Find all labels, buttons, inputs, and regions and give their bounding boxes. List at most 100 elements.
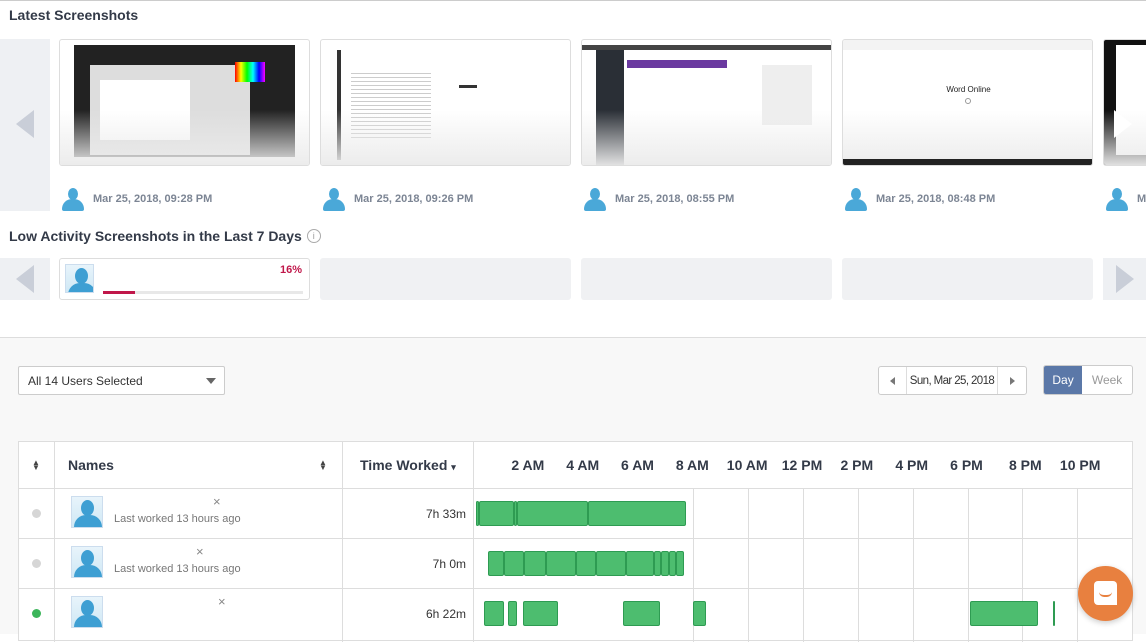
hour-label: 8 PM bbox=[1008, 457, 1042, 473]
status-dot bbox=[32, 609, 41, 618]
activity-segment[interactable] bbox=[660, 551, 669, 576]
screenshot-caption: Mar 25, 2018, 09:28 PM bbox=[61, 187, 212, 211]
activity-segment[interactable] bbox=[622, 601, 660, 626]
table-row[interactable]: × Last worked 13 hours ago 7h 33m bbox=[19, 489, 1132, 538]
activity-bar bbox=[103, 291, 303, 294]
chat-bubble-icon bbox=[1094, 581, 1117, 605]
screenshot-time: Mar 25, 2018, 08:55 PM bbox=[615, 193, 735, 205]
status-dot bbox=[32, 509, 41, 518]
table-row[interactable]: × 6h 22m bbox=[19, 589, 1132, 638]
activity-segment[interactable] bbox=[625, 551, 654, 576]
activity-segment[interactable] bbox=[517, 501, 588, 526]
hour-label: 2 PM bbox=[840, 457, 874, 473]
view-toggle: Day Week bbox=[1043, 365, 1133, 395]
time-worked-value: 7h 33m bbox=[425, 507, 466, 521]
remove-user-icon[interactable]: × bbox=[196, 544, 204, 559]
hour-label: 8 AM bbox=[675, 457, 709, 473]
user-avatar-icon bbox=[844, 187, 868, 211]
hour-label: 4 AM bbox=[566, 457, 600, 473]
activity-segment[interactable] bbox=[522, 601, 558, 626]
user-avatar-icon bbox=[322, 187, 346, 211]
last-worked-text: Last worked 13 hours ago bbox=[114, 563, 241, 575]
low-activity-card-empty bbox=[581, 258, 832, 300]
chevron-left-icon bbox=[16, 265, 34, 293]
thumbnail-text: Word Online bbox=[946, 85, 991, 94]
carousel-prev-button[interactable] bbox=[0, 39, 50, 211]
hour-label: 10 AM bbox=[726, 457, 768, 473]
screenshot-thumbnail[interactable] bbox=[59, 39, 310, 166]
low-activity-prev-button[interactable] bbox=[0, 258, 50, 300]
prev-day-button[interactable] bbox=[879, 367, 907, 394]
chevron-left-icon bbox=[16, 110, 34, 138]
screenshot-time: Mar 25, 2018, 09:26 PM bbox=[354, 193, 474, 205]
top-divider bbox=[0, 0, 1146, 1]
status-dot bbox=[32, 559, 41, 568]
activity-segment[interactable] bbox=[595, 551, 626, 576]
table-row[interactable]: × Last worked 13 hours ago 7h 0m bbox=[19, 539, 1132, 588]
screenshot-caption: Mar 25, 2018, 08:55 PM bbox=[583, 187, 735, 211]
user-avatar-icon bbox=[61, 187, 85, 211]
names-header[interactable]: Names bbox=[68, 457, 114, 473]
screenshot-caption: Mar 25, 2018, 08:48 PM bbox=[844, 187, 996, 211]
week-view-button[interactable]: Week bbox=[1082, 366, 1132, 394]
user-avatar-icon bbox=[71, 496, 103, 528]
low-activity-next-button[interactable] bbox=[1103, 258, 1146, 300]
screenshot-caption: Mar 25, 2018, 09:26 PM bbox=[322, 187, 474, 211]
time-worked-header[interactable]: Time Worked ▾ bbox=[360, 457, 456, 473]
hour-label: 12 PM bbox=[781, 457, 823, 473]
user-avatar-icon bbox=[1105, 187, 1129, 211]
chevron-right-icon bbox=[1114, 110, 1132, 138]
users-select-value: All 14 Users Selected bbox=[28, 373, 143, 388]
activity-segment[interactable] bbox=[503, 551, 524, 576]
activity-segment[interactable] bbox=[675, 551, 684, 576]
screenshot-thumbnail[interactable] bbox=[1103, 39, 1146, 166]
last-worked-text: Last worked 13 hours ago bbox=[114, 513, 241, 525]
activity-segment[interactable] bbox=[507, 601, 518, 626]
screenshot-time: Mar 25, 2018, 08:48 PM bbox=[876, 193, 996, 205]
user-avatar-icon bbox=[65, 264, 94, 293]
chat-button[interactable] bbox=[1078, 566, 1133, 621]
remove-user-icon[interactable]: × bbox=[213, 494, 221, 509]
low-activity-card-empty bbox=[320, 258, 571, 300]
activity-segment[interactable] bbox=[545, 551, 576, 576]
user-avatar-icon bbox=[583, 187, 607, 211]
latest-screenshots-title: Latest Screenshots bbox=[9, 7, 139, 23]
time-worked-header-text: Time Worked bbox=[360, 457, 448, 473]
sort-status-icon[interactable]: ▲ ▼ bbox=[32, 459, 40, 472]
info-icon[interactable]: i bbox=[306, 229, 321, 243]
sort-names-icon[interactable]: ▲ ▼ bbox=[319, 459, 327, 472]
screenshot-thumbnail[interactable]: Word Online bbox=[842, 39, 1093, 166]
activity-segment[interactable] bbox=[668, 551, 676, 576]
users-select[interactable]: All 14 Users Selected bbox=[18, 366, 225, 395]
activity-segment[interactable] bbox=[478, 501, 514, 526]
activity-bar-fill bbox=[103, 291, 135, 294]
time-table: ▲ ▼ Names ▲ ▼ Time Worked ▾ 2 AM 4 AM 6 AM 8 … bbox=[18, 441, 1133, 642]
caret-right-icon bbox=[1009, 376, 1015, 385]
screenshot-caption: M bbox=[1105, 187, 1146, 211]
activity-percent: 16% bbox=[279, 264, 302, 276]
activity-segment[interactable] bbox=[653, 551, 661, 576]
screenshot-thumbnail[interactable] bbox=[320, 39, 571, 166]
hour-label: 6 AM bbox=[621, 457, 654, 473]
remove-user-icon[interactable]: × bbox=[218, 594, 226, 609]
activity-segment[interactable] bbox=[587, 501, 686, 526]
activity-segment[interactable] bbox=[483, 601, 504, 626]
activity-segment[interactable] bbox=[692, 601, 706, 626]
activity-segment[interactable] bbox=[523, 551, 546, 576]
date-value[interactable]: Sun, Mar 25, 2018 bbox=[907, 367, 997, 394]
chevron-right-icon bbox=[1116, 265, 1134, 293]
activity-segment[interactable] bbox=[970, 601, 1039, 626]
low-activity-card[interactable]: 16% bbox=[59, 258, 310, 300]
hour-label: 10 PM bbox=[1059, 457, 1101, 473]
activity-segment[interactable] bbox=[575, 551, 596, 576]
screenshot-thumbnail[interactable] bbox=[581, 39, 832, 166]
time-worked-value: 6h 22m bbox=[425, 607, 466, 621]
activity-segment[interactable] bbox=[487, 551, 504, 576]
low-activity-title: Low Activity Screenshots in the Last 7 D… bbox=[9, 228, 321, 244]
next-day-button[interactable] bbox=[997, 367, 1026, 394]
activity-segment[interactable] bbox=[1053, 601, 1056, 626]
day-view-button[interactable]: Day bbox=[1044, 366, 1083, 394]
carousel-next-button[interactable] bbox=[1114, 110, 1132, 138]
date-picker: Sun, Mar 25, 2018 bbox=[878, 366, 1027, 395]
low-activity-card-empty bbox=[842, 258, 1093, 300]
